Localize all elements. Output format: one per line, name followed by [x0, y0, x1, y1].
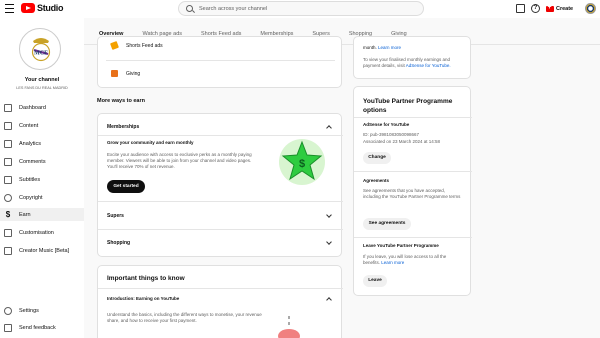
supers-row[interactable]: Supers: [107, 213, 124, 219]
shorts-feed-ads-icon: [110, 41, 119, 50]
agreements-heading: Agreements: [363, 178, 390, 183]
feedback-icon: [4, 323, 12, 332]
channel-title: Your channel: [24, 77, 60, 83]
svg-text:$: $: [299, 158, 305, 170]
sidebar-item-settings[interactable]: Settings: [0, 304, 84, 317]
memberships-subtitle: Grow your community and earn monthly: [107, 140, 194, 145]
see-agreements-button[interactable]: See agreements: [363, 218, 411, 230]
get-started-button[interactable]: Get started: [107, 180, 145, 193]
learn-more-link[interactable]: Learn more: [378, 45, 401, 50]
chevron-down-icon[interactable]: [326, 239, 332, 245]
more-ways-card: Memberships Grow your community and earn…: [97, 113, 343, 257]
adsense-link[interactable]: AdSense for YouTube.: [406, 63, 451, 68]
comments-icon: [4, 157, 12, 166]
real-madrid-crest-icon: MCF: [31, 38, 51, 62]
create-button[interactable]: Create: [546, 3, 573, 14]
important-things-card: Important things to know Introduction: E…: [97, 265, 343, 338]
copyright-icon: [4, 193, 12, 202]
more-ways-heading: More ways to earn: [97, 98, 145, 104]
help-icon[interactable]: ?: [531, 4, 540, 13]
subtitles-icon: [4, 175, 12, 184]
memberships-title[interactable]: Memberships: [107, 124, 139, 130]
row-divider: [354, 171, 472, 172]
ypp-options-card: YouTube Partner Programme options AdSens…: [353, 86, 472, 296]
sidebar-item-content[interactable]: Content: [0, 119, 84, 132]
change-button[interactable]: Change: [363, 152, 391, 164]
earnings-adsense-text: To view your finalised monthly earnings …: [363, 57, 451, 69]
row-divider: [106, 60, 335, 61]
row-divider: [98, 201, 343, 202]
chevron-down-icon[interactable]: [326, 212, 332, 218]
sidebar: MCF Your channel LES FANS DU REAL MADRID…: [0, 18, 84, 338]
messages-icon[interactable]: [516, 4, 525, 13]
sidebar-item-copyright[interactable]: Copyright: [0, 191, 84, 204]
intro-earning-title[interactable]: Introduction: Earning on YouTube: [107, 296, 179, 301]
sidebar-item-subtitles[interactable]: Subtitles: [0, 173, 84, 186]
giving-icon: [111, 70, 118, 77]
important-title: Important things to know: [107, 275, 185, 282]
giving-row[interactable]: Giving: [126, 71, 140, 77]
shopping-row[interactable]: Shopping: [107, 240, 130, 246]
chevron-up-icon[interactable]: [326, 125, 332, 131]
menu-icon[interactable]: [5, 4, 14, 13]
chevron-up-icon[interactable]: [326, 297, 332, 303]
svg-text:MCF: MCF: [34, 51, 48, 57]
piggy-bank-illustration: [278, 316, 300, 338]
earning-sources-card: Shorts Feed ads Giving: [97, 36, 342, 88]
sidebar-item-dashboard[interactable]: Dashboard: [0, 101, 84, 114]
studio-logo[interactable]: Studio: [21, 3, 64, 13]
sidebar-item-comments[interactable]: Comments: [0, 155, 84, 168]
memberships-body: Excite your audience with access to excl…: [107, 152, 252, 170]
ypp-title: YouTube Partner Programme options: [363, 98, 453, 114]
earnings-info-card: month. Learn more To view your finalised…: [353, 36, 471, 79]
customisation-icon: [4, 228, 12, 237]
leave-button[interactable]: Leave: [363, 275, 387, 287]
leave-learn-more-link[interactable]: Learn more: [381, 260, 404, 265]
analytics-icon: [4, 139, 12, 148]
row-divider: [98, 229, 343, 230]
channel-name: LES FANS DU REAL MADRID: [16, 86, 68, 90]
search-placeholder: Search across your channel: [199, 5, 268, 12]
sidebar-item-analytics[interactable]: Analytics: [0, 137, 84, 150]
account-avatar[interactable]: [585, 3, 596, 14]
shorts-feed-ads-row[interactable]: Shorts Feed ads: [126, 43, 163, 49]
agreements-body: See agreements that you have accepted, i…: [363, 188, 461, 200]
earnings-month-text: month. Learn more: [363, 45, 402, 50]
top-bar: Studio Search across your channel ? Crea…: [0, 0, 600, 18]
adsense-heading: AdSense for YouTube: [363, 122, 410, 127]
row-divider: [354, 117, 472, 118]
intro-earning-body: Understand the basics, including the dif…: [107, 312, 262, 324]
search-icon: [186, 5, 193, 12]
content-icon: [4, 121, 12, 130]
memberships-star-illustration: $: [279, 139, 325, 185]
row-divider: [354, 237, 472, 238]
search-input[interactable]: Search across your channel: [178, 1, 424, 16]
youtube-logo-icon: [21, 3, 35, 13]
leave-ypp-body: If you leave, you will lose access to al…: [363, 254, 447, 266]
sidebar-item-earn[interactable]: $ Earn: [0, 208, 84, 221]
leave-ypp-heading: Leave YouTube Partner Programme: [363, 243, 439, 248]
adsense-id: ID: pub-3981083050098667: [363, 132, 420, 137]
music-icon: [4, 246, 12, 255]
channel-avatar[interactable]: MCF: [19, 28, 61, 70]
sidebar-item-send-feedback[interactable]: Send feedback: [0, 321, 84, 334]
sidebar-item-creator-music[interactable]: Creator Music [Beta]: [0, 244, 84, 257]
dashboard-icon: [4, 103, 12, 112]
sidebar-item-customisation[interactable]: Customisation: [0, 226, 84, 239]
create-video-icon: [546, 4, 554, 12]
row-divider: [98, 288, 343, 289]
adsense-associated: Associated on 23 March 2024 at 14:58: [363, 139, 441, 144]
gear-icon: [4, 306, 12, 315]
dollar-icon: $: [5, 209, 11, 219]
